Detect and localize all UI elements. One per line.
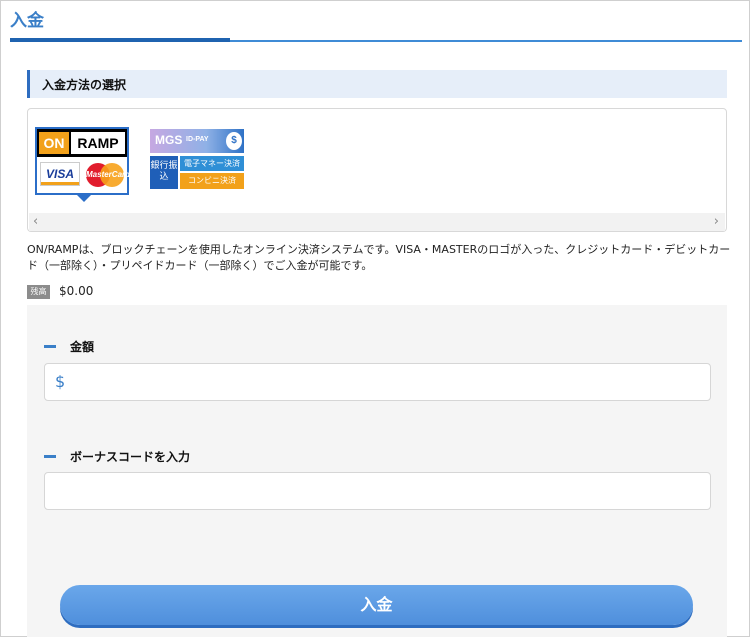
balance-value: $0.00 [59,284,94,298]
title-underline-secondary [230,40,742,42]
visa-logo: VISA [40,162,80,186]
dash-icon [44,455,56,458]
visa-logo-stripe [41,182,79,185]
title-underline-primary [10,38,230,42]
bonus-code-label: ボーナスコードを入力 [70,450,191,464]
method-description: ON/RAMPは、ブロックチェーンを使用したオンライン決済システムです。VISA… [27,243,731,272]
mgs-bank-transfer: 銀行振込 [150,156,178,189]
mgs-logo-text: MGS [155,133,183,147]
mastercard-logo: MasterCard [84,162,131,188]
mastercard-logo-text: MasterCard [86,170,131,179]
mgs-emoney: 電子マネー決済 [180,156,244,171]
bonus-label-row: ボーナスコードを入力 [44,448,190,465]
currency-prefix: $ [55,372,66,391]
page-title: 入金 [10,11,44,31]
amount-label-row: 金額 [44,338,94,355]
selected-pointer-icon [77,195,91,202]
bonus-code-field[interactable] [44,472,711,510]
balance-badge: 残高 [27,285,50,299]
section-title: 入金方法の選択 [42,78,127,92]
deposit-button[interactable]: 入金 [60,585,693,625]
onramp-logo-band: ON RAMP [37,129,127,157]
section-header: 入金方法の選択 [27,70,727,98]
horizontal-scrollbar[interactable]: ‹ › [29,213,725,231]
amount-label: 金額 [70,340,95,354]
chevron-left-icon[interactable]: ‹ [33,213,38,231]
payment-method-onramp[interactable]: ON RAMP VISA MasterCard [35,127,131,202]
onramp-logo-on: ON [39,132,69,154]
dash-icon [44,345,56,348]
amount-field[interactable]: $ [44,363,711,401]
payment-methods-carousel: ON RAMP VISA MasterCard MGS ID-PAY $ 銀行振… [27,108,727,232]
coin-icon: $ [226,132,242,150]
mgs-idpay-text: ID-PAY [186,136,209,143]
onramp-logo-ramp: RAMP [71,132,125,154]
mgs-convenience-store: コンビニ決済 [180,173,244,189]
mgs-logo-band: MGS ID-PAY $ [150,129,244,153]
payment-method-mgs[interactable]: MGS ID-PAY $ 銀行振込 電子マネー決済 コンビニ決済 [150,129,244,191]
chevron-right-icon[interactable]: › [714,213,719,231]
